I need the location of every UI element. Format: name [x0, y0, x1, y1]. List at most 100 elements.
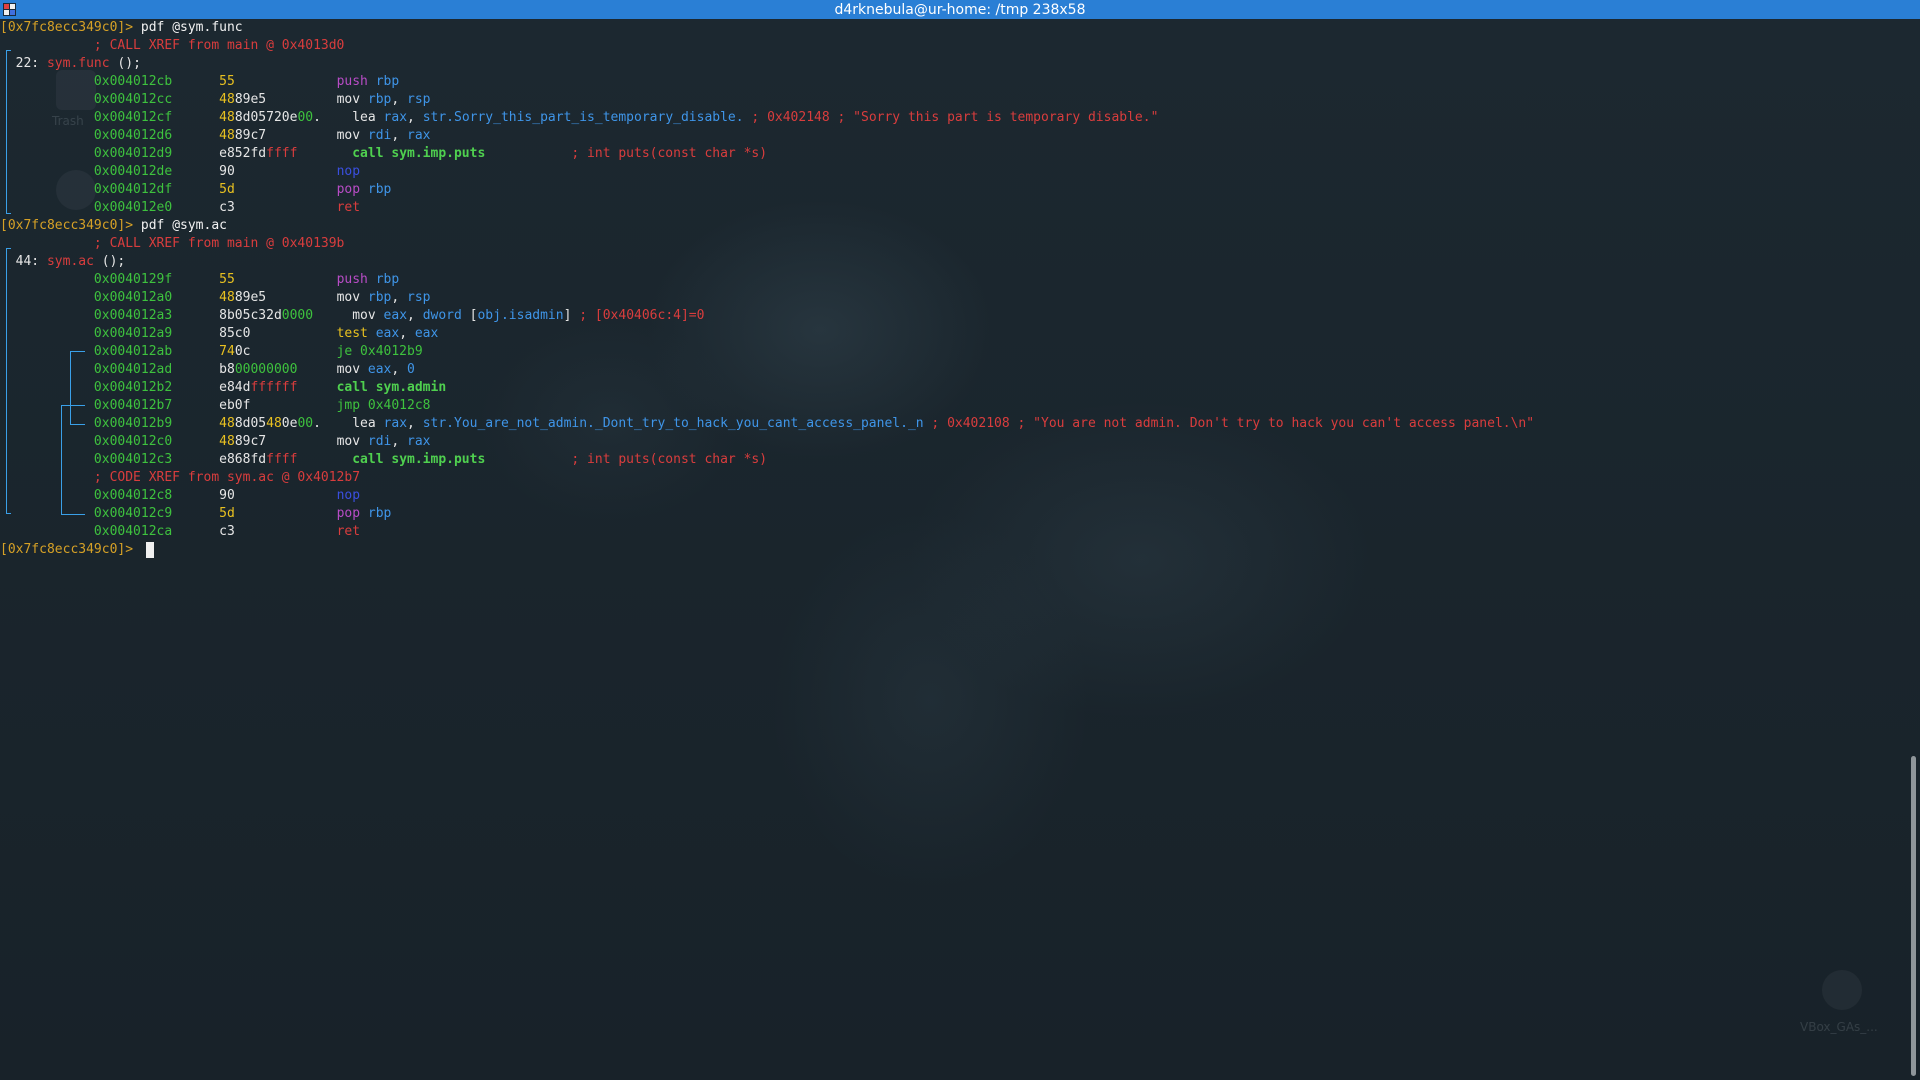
terminal-line: 44: sym.ac ();: [0, 253, 126, 271]
terminal-text-span: dword: [422, 308, 470, 323]
terminal-text-span: 89c7: [234, 434, 267, 449]
terminal-line: 0x004012e0 c3 ret: [0, 199, 360, 217]
terminal-text-span: ,: [391, 362, 408, 377]
terminal-text-span: ();: [109, 56, 141, 71]
terminal-text-span: jmp 0x4012c8: [336, 398, 431, 413]
terminal-text-span: 0x004012a3: [0, 308, 220, 323]
terminal-text-span: str.You_are_not_admin._Dont_try_to_hack_…: [422, 416, 924, 431]
terminal-text-span: 0x004012ad: [0, 362, 220, 377]
terminal-text-span: rbp: [375, 272, 400, 287]
terminal-text-span: nop: [336, 164, 361, 179]
terminal-output[interactable]: [0x7fc8ecc349c0]> pdf @sym.func ; CALL X…: [0, 19, 1905, 1080]
terminal-text-span: ,: [391, 92, 408, 107]
terminal-line: 0x004012c8 90 nop: [0, 487, 360, 505]
terminal-text-span: 55: [219, 74, 235, 89]
terminal-text-span: 00000000: [234, 362, 298, 377]
terminal-text-span: 0x004012c3: [0, 452, 220, 467]
terminal-text-span: pdf @sym.func: [140, 20, 243, 35]
terminal-text-span: [235, 200, 337, 215]
terminal-text-span: ,: [391, 128, 408, 143]
terminal-text-span: nop: [336, 488, 361, 503]
terminal-text-span: 0e: [281, 110, 298, 125]
terminal-text-span: call sym.imp.puts: [352, 146, 486, 161]
terminal-text-span: 0x004012d6: [0, 128, 220, 143]
terminal-text-span: rax: [383, 416, 408, 431]
terminal-text-span: ,: [391, 434, 408, 449]
window-titlebar[interactable]: d4rknebula@ur-home: /tmp 238x58: [0, 0, 1920, 19]
terminal-line: ; CODE XREF from sym.ac @ 0x4012b7: [0, 469, 360, 487]
terminal-text-span: 0x004012b7: [0, 398, 220, 413]
terminal-text-span: 48: [219, 110, 235, 125]
terminal-text-span: call sym.admin: [336, 380, 447, 395]
terminal-line: 0x004012a3 8b05c32d0000 mov eax, dword […: [0, 307, 705, 325]
terminal-text-span: call sym.imp.puts: [352, 452, 486, 467]
terminal-text-span: 0x004012cc: [0, 92, 220, 107]
terminal-text-span: [250, 398, 336, 413]
terminal-text-span: 0x004012a9: [0, 326, 220, 341]
terminal-text-span: sym.ac: [46, 254, 94, 269]
terminal-line: 0x004012a0 4889e5 mov rbp, rsp: [0, 289, 431, 307]
terminal-text-span: rdi: [367, 128, 392, 143]
terminal-line: 0x004012df 5d pop rbp: [0, 181, 391, 199]
terminal-text-span: rax: [383, 110, 408, 125]
terminal-text-span: eax: [367, 362, 392, 377]
terminal-text-span: 0x004012b2: [0, 380, 220, 395]
terminal-text-span: 0x004012c9: [0, 506, 220, 521]
terminal-text-span: test: [336, 326, 376, 341]
terminal-line: 0x004012b9 488d05480e00. lea rax, str.Yo…: [0, 415, 1534, 433]
terminal-line: 0x004012ca c3 ret: [0, 523, 360, 541]
terminal-text-span: [0x7fc8ecc349c0]>: [0, 218, 141, 233]
window-title: d4rknebula@ur-home: /tmp 238x58: [834, 1, 1086, 18]
terminal-text-span: 00: [297, 416, 314, 431]
terminal-text-span: 0x004012b9: [0, 416, 220, 431]
terminal-text-span: ; [0x40406c:4]=0: [579, 308, 705, 323]
terminal-text-span: 0: [407, 362, 415, 377]
terminal-text-span: mov: [266, 128, 368, 143]
terminal-text-span: 8d05: [234, 416, 267, 431]
terminal-text-span: rbp: [367, 506, 392, 521]
terminal-text-span: [297, 146, 352, 161]
terminal-text-span: mov: [297, 362, 368, 377]
terminal-line: 0x004012a9 85c0 test eax, eax: [0, 325, 438, 343]
terminal-text-span: [297, 452, 352, 467]
terminal-text-span: [250, 344, 336, 359]
terminal-line: 0x0040129f 55 push rbp: [0, 271, 399, 289]
terminal-text-span: 48: [219, 290, 235, 305]
terminal-text-span: 48: [219, 92, 235, 107]
terminal-text-span: 89c7: [234, 128, 267, 143]
terminal-text-span: 0c: [234, 344, 251, 359]
terminal-text-span: mov: [266, 92, 368, 107]
terminal-line: 0x004012cf 488d05720e00. lea rax, str.So…: [0, 109, 1159, 127]
terminal-text-span: 0x004012e0: [0, 200, 220, 215]
terminal-text-span: eax: [383, 308, 408, 323]
terminal-text-span: push: [336, 74, 376, 89]
terminal-text-span: 55: [219, 272, 235, 287]
terminal-text-span: [235, 164, 337, 179]
terminal-text-span: ,: [407, 308, 423, 323]
terminal-text-span: 0x004012cf: [0, 110, 220, 125]
terminal-text-span: ffffff: [250, 380, 298, 395]
terminal-text-span: ; 0x402148 ; "Sorry this part is tempora…: [743, 110, 1159, 125]
terminal-text-span: 0e: [281, 416, 298, 431]
terminal-text-span: [250, 326, 336, 341]
terminal-text-span: str.Sorry_this_part_is_temporary_disable…: [422, 110, 744, 125]
terminal-text-span: pop: [336, 182, 368, 197]
terminal-text-span: ();: [93, 254, 126, 269]
terminal-text-span: mov: [313, 308, 384, 323]
terminal-line: [0x7fc8ecc349c0]> pdf @sym.ac: [0, 217, 227, 235]
terminal-line: 0x004012ab 740c je 0x4012b9: [0, 343, 423, 361]
terminal-text-span: 44:: [0, 254, 47, 269]
terminal-text-span: 48: [219, 128, 235, 143]
terminal-text-span: ; CALL XREF from main @ 0x40139b: [0, 236, 345, 251]
terminal-text-span: pop: [336, 506, 368, 521]
terminal-line: 0x004012b2 e84dffffff call sym.admin: [0, 379, 446, 397]
terminal-text-span: obj.isadmin: [477, 308, 564, 323]
terminal-text-span: 89e5: [234, 92, 267, 107]
terminal-text-span: 0x004012de: [0, 164, 220, 179]
terminal-text-span: 0x004012df: [0, 182, 220, 197]
terminal-text-span: 0x004012c8: [0, 488, 220, 503]
terminal-text-span: 0x004012a0: [0, 290, 220, 305]
terminal-text-span: mov: [266, 290, 368, 305]
terminal-scrollbar[interactable]: [1911, 756, 1916, 1076]
terminal-text-span: eax: [414, 326, 439, 341]
